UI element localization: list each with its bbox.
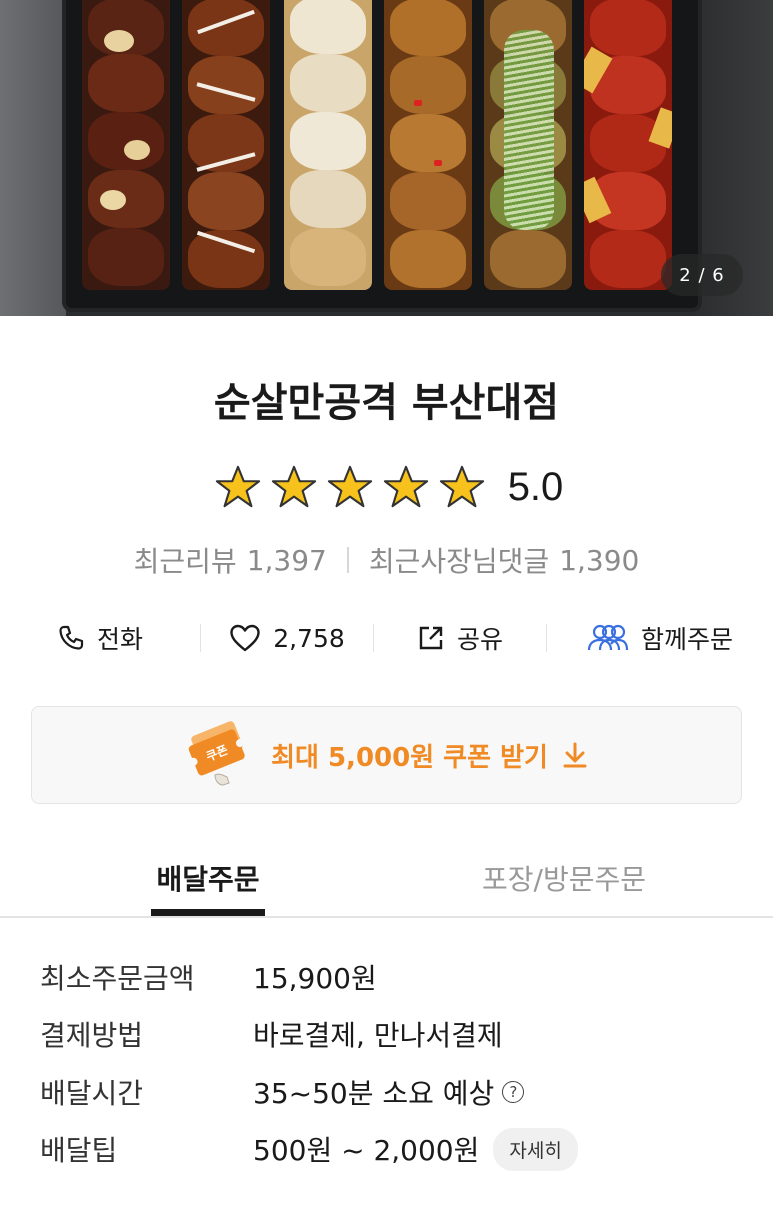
store-hero-image[interactable]: 2 / 6 [0, 0, 773, 316]
delivery-time-value: 35~50분 소요 예상 [253, 1076, 495, 1110]
order-type-tabs: 배달주문 포장/방문주문 [0, 846, 773, 918]
food-strip-cheese [284, 0, 372, 290]
share-icon [419, 626, 443, 650]
payment-label: 결제방법 [40, 1019, 144, 1053]
review-summary[interactable]: 최근리뷰 1,397 최근사장님댓글 1,390 [0, 540, 773, 580]
info-row-delivery-time: 배달시간 35~50분 소요 예상 ? [40, 1063, 740, 1121]
delivery-tip-value-wrap: 500원 ~ 2,000원 자세히 [253, 1127, 578, 1171]
delivery-info: 최소주문금액 15,900원 결제방법 바로결제, 만나서결제 배달시간 35~… [40, 948, 740, 1178]
active-tab-indicator [151, 909, 265, 916]
download-arrow-icon [563, 742, 587, 768]
star-icon [215, 465, 260, 508]
info-row-min-order: 최소주문금액 15,900원 [40, 948, 740, 1006]
rating-value: 5.0 [507, 464, 564, 509]
min-order-value: 15,900원 [253, 961, 377, 995]
store-action-bar: 전화 2,758 공유 함께주문 [0, 612, 773, 664]
info-row-payment: 결제방법 바로결제, 만나서결제 [40, 1006, 740, 1064]
share-label: 공유 [456, 625, 503, 654]
group-order-button[interactable]: 함께주문 [547, 612, 773, 664]
like-count: 2,758 [273, 623, 345, 653]
info-row-delivery-tip: 배달팁 500원 ~ 2,000원 자세히 [40, 1121, 740, 1179]
call-label: 전화 [96, 625, 143, 654]
food-tray [66, 0, 698, 308]
heart-icon [230, 624, 260, 652]
delivery-time-label: 배달시간 [40, 1076, 144, 1110]
food-strip-garlic [82, 0, 170, 290]
food-strip-mayo [182, 0, 270, 290]
share-button[interactable]: 공유 [374, 612, 546, 664]
food-strip-green-onion [484, 0, 572, 290]
store-name: 순살만공격 부산대점 [213, 380, 560, 426]
help-icon[interactable]: ? [502, 1080, 525, 1103]
food-strip-tomato [584, 0, 672, 290]
coupon-download-button[interactable]: 쿠폰 최대 5,000원 쿠폰 받기 [31, 706, 742, 804]
star-icon [271, 465, 316, 508]
delivery-tip-detail-button[interactable]: 자세히 [493, 1127, 578, 1171]
call-button[interactable]: 전화 [0, 612, 200, 664]
coupon-label: 최대 5,000원 쿠폰 받기 [271, 742, 548, 773]
hero-background-left [0, 0, 66, 316]
recent-reviews-count: 1,397 [246, 543, 327, 577]
min-order-label: 최소주문금액 [40, 961, 195, 995]
recent-reviews-label: 최근리뷰 [133, 545, 237, 578]
delivery-time-value-wrap: 35~50분 소요 예상 ? [253, 1072, 525, 1112]
coupon-ticket-icon: 쿠폰 [188, 721, 245, 786]
review-divider [346, 547, 349, 573]
food-strip-sesame [384, 0, 472, 290]
star-icon [439, 465, 484, 508]
tab-delivery-order[interactable]: 배달주문 [130, 858, 286, 898]
owner-replies-count: 1,390 [559, 543, 640, 577]
like-button[interactable]: 2,758 [201, 612, 373, 664]
group-icon [587, 624, 629, 651]
star-icon [327, 465, 372, 508]
image-page-indicator: 2 / 6 [661, 254, 743, 296]
rating-row[interactable]: 5.0 [0, 462, 773, 512]
delivery-tip-value: 500원 ~ 2,000원 [253, 1134, 480, 1168]
group-order-label: 함께주문 [640, 625, 733, 654]
delivery-tip-label: 배달팁 [40, 1134, 118, 1168]
owner-replies-label: 최근사장님댓글 [368, 545, 550, 578]
payment-value: 바로결제, 만나서결제 [253, 1019, 503, 1053]
tab-pickup-order[interactable]: 포장/방문주문 [450, 858, 678, 898]
phone-icon [59, 625, 84, 650]
star-icon [383, 465, 428, 508]
